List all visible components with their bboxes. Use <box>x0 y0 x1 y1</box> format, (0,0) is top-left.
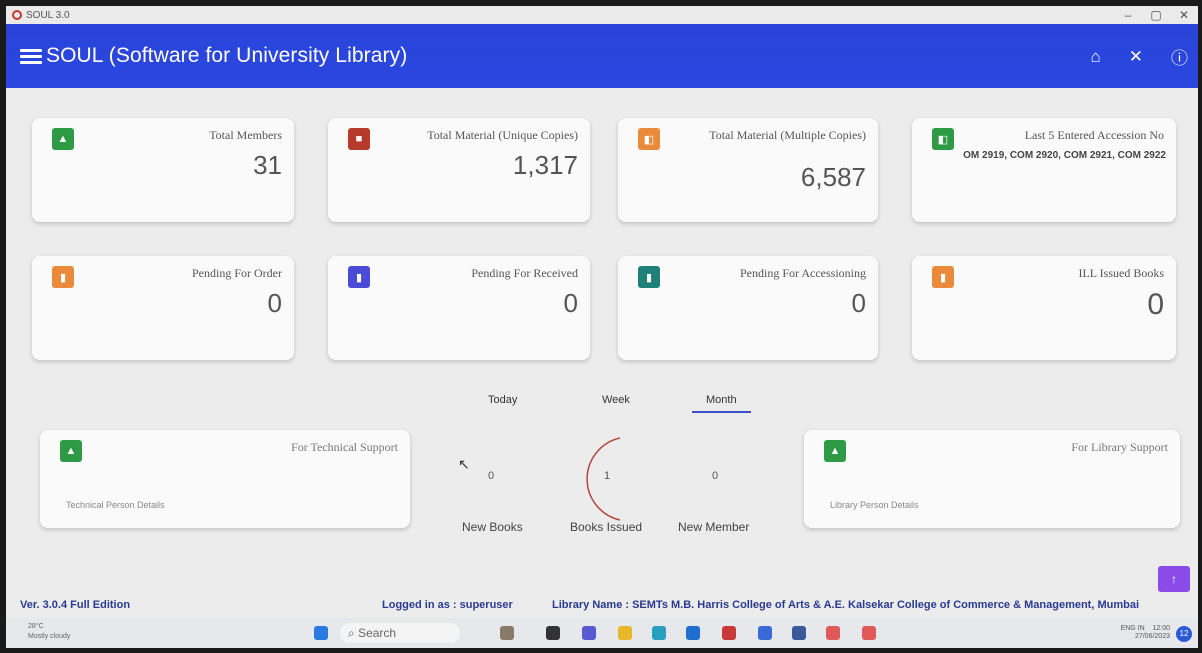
support-label: For Technical Support <box>291 440 398 454</box>
maximize-button[interactable]: ▢ <box>1142 6 1170 24</box>
tab-today[interactable]: Today <box>488 394 517 406</box>
new-books-label: New Books <box>462 520 523 534</box>
bookmark-icon: ▮ <box>638 266 660 288</box>
status-bar: Ver. 3.0.4 Full Edition Logged in as : s… <box>6 592 1198 618</box>
person-icon: ▲ <box>52 128 74 150</box>
card-label: Pending For Order <box>192 266 282 280</box>
app-icon[interactable] <box>826 626 840 640</box>
new-books-value: 0 <box>488 470 495 482</box>
notification-badge[interactable]: 12 <box>1176 626 1192 642</box>
weather-temp: 28°C <box>28 623 44 630</box>
card-value: 31 <box>253 150 282 180</box>
book-icon: ■ <box>348 128 370 150</box>
total-members-card[interactable]: ▲ Total Members 31 <box>32 118 294 222</box>
taskbar-search[interactable]: ⌕ Search <box>340 623 460 643</box>
pending-received-card[interactable]: ▮ Pending For Received 0 <box>328 256 590 360</box>
task-view-icon[interactable] <box>546 626 560 640</box>
bookmark-icon: ▮ <box>348 266 370 288</box>
app-logo-icon <box>12 10 22 20</box>
clock-date: 27/06/2023 <box>1134 633 1170 640</box>
system-tray[interactable]: ENG IN 12:00 27/06/2023 <box>1121 625 1170 641</box>
version-text: Ver. 3.0.4 Full Edition <box>20 599 131 611</box>
start-icon[interactable] <box>314 626 328 640</box>
taskbar: 28°C Mostly cloudy ⌕ Search ENG IN 12:00… <box>6 618 1198 648</box>
copies-icon: ◧ <box>932 128 954 150</box>
card-value: 0 <box>1147 288 1164 321</box>
file-explorer-icon[interactable] <box>618 626 632 640</box>
chat-icon[interactable] <box>582 626 596 640</box>
ill-issued-card[interactable]: ▮ ILL Issued Books 0 <box>912 256 1176 360</box>
technical-support-card[interactable]: ▲ For Technical Support Technical Person… <box>40 430 410 528</box>
card-label: Total Material (Unique Copies) <box>427 128 578 142</box>
app-icon[interactable] <box>792 626 806 640</box>
app-icon[interactable] <box>500 626 514 640</box>
new-member-label: New Member <box>678 520 750 534</box>
library-person-details[interactable]: Library Person Details <box>830 500 919 510</box>
minimize-button[interactable]: – <box>1114 6 1142 24</box>
tab-month[interactable]: Month <box>692 394 751 413</box>
screen: SOUL 3.0 – ▢ ✕ SOUL (Software for Univer… <box>6 6 1198 648</box>
bookmark-icon: ▮ <box>932 266 954 288</box>
library-name-text: Library Name : SEMTs M.B. Harris College… <box>552 599 1140 611</box>
region-text: IN <box>1137 625 1145 632</box>
app-icon[interactable] <box>722 626 736 640</box>
card-value: 1,317 <box>512 150 578 180</box>
card-label: Pending For Accessioning <box>740 266 866 280</box>
store-icon[interactable] <box>686 626 700 640</box>
person-icon: ▲ <box>824 440 846 462</box>
app-header: SOUL (Software for University Library) ⌂… <box>6 24 1198 88</box>
pending-order-card[interactable]: ▮ Pending For Order 0 <box>32 256 294 360</box>
total-material-multiple-card[interactable]: ◧ Total Material (Multiple Copies) 6,587 <box>618 118 878 222</box>
support-label: For Library Support <box>1071 440 1168 454</box>
card-label: ILL Issued Books <box>1078 266 1164 280</box>
help-icon[interactable]: ⓘ <box>1171 44 1188 69</box>
app-icon[interactable] <box>758 626 772 640</box>
weather-desc: Mostly cloudy <box>28 633 71 640</box>
clock-time: 12:00 <box>1152 625 1170 632</box>
close-icon[interactable]: ✕ <box>1129 47 1143 67</box>
cursor-icon: ↖ <box>458 456 470 472</box>
books-issued-gauge <box>586 437 621 521</box>
search-label: Search <box>358 626 397 640</box>
lang-text: ENG <box>1120 625 1136 632</box>
card-value: 6,587 <box>800 162 866 192</box>
period-tabs: Today Week Month <box>476 394 776 416</box>
window-title: SOUL 3.0 <box>26 9 70 21</box>
card-label: Pending For Received <box>471 266 578 280</box>
technical-person-details[interactable]: Technical Person Details <box>66 500 165 510</box>
accession-list: OM 2919, COM 2920, COM 2921, COM 2922 <box>963 150 1166 161</box>
bookmark-icon: ▮ <box>52 266 74 288</box>
library-support-card[interactable]: ▲ For Library Support Library Person Det… <box>804 430 1180 528</box>
dashboard: ▲ Total Members 31 ■ Total Material (Uni… <box>6 88 1198 592</box>
card-label: Last 5 Entered Accession No <box>1024 128 1164 142</box>
card-value: 0 <box>267 288 282 318</box>
home-icon[interactable]: ⌂ <box>1090 47 1100 67</box>
window-titlebar: SOUL 3.0 – ▢ ✕ <box>6 6 1198 24</box>
app-title: SOUL (Software for University Library) <box>46 44 408 67</box>
card-label: Total Members <box>209 128 282 142</box>
scroll-top-button[interactable]: ↑ <box>1158 566 1190 592</box>
books-issued-value: 1 <box>604 470 611 482</box>
hamburger-menu-icon[interactable] <box>20 46 42 67</box>
person-icon: ▲ <box>60 440 82 462</box>
copies-icon: ◧ <box>638 128 660 150</box>
card-value: 0 <box>563 288 578 318</box>
books-issued-label: Books Issued <box>570 520 643 534</box>
tab-week[interactable]: Week <box>602 394 630 406</box>
pending-accessioning-card[interactable]: ▮ Pending For Accessioning 0 <box>618 256 878 360</box>
card-value: 0 <box>851 288 866 318</box>
total-material-unique-card[interactable]: ■ Total Material (Unique Copies) 1,317 <box>328 118 590 222</box>
new-member-value: 0 <box>712 470 719 482</box>
edge-icon[interactable] <box>652 626 666 640</box>
app-icon[interactable] <box>862 626 876 640</box>
card-label: Total Material (Multiple Copies) <box>709 128 866 142</box>
weather-widget[interactable]: 28°C Mostly cloudy <box>28 622 70 642</box>
last-accession-card[interactable]: ◧ Last 5 Entered Accession No OM 2919, C… <box>912 118 1176 222</box>
close-window-button[interactable]: ✕ <box>1170 6 1198 24</box>
login-text: Logged in as : superuser <box>382 599 513 611</box>
